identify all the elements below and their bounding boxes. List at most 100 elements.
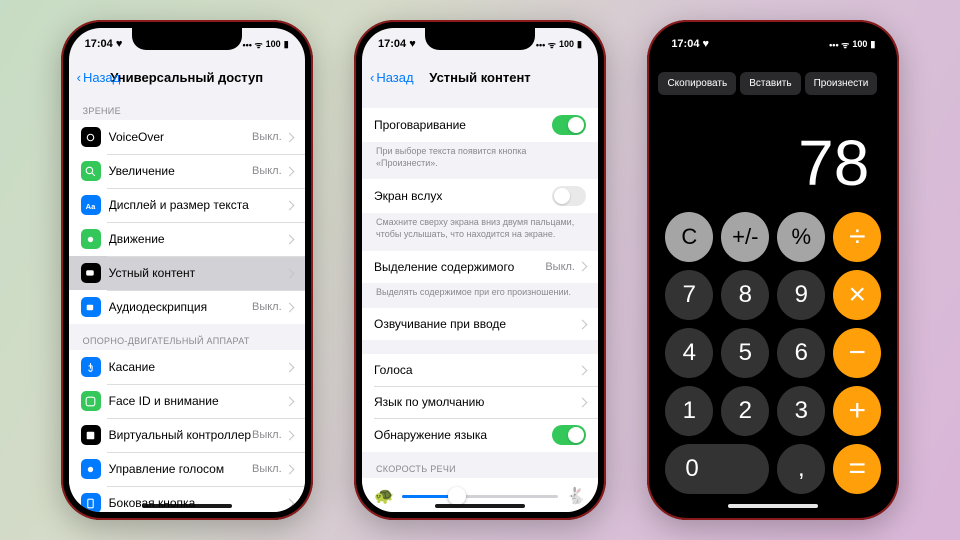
side-button-row[interactable]: Боковая кнопка xyxy=(69,486,305,512)
voiceover-icon xyxy=(81,127,101,147)
speed-label: СКОРОСТЬ РЕЧИ xyxy=(362,452,598,478)
chevron-right-icon xyxy=(284,498,294,508)
status-indicators: ••• ᯤ 100▮ xyxy=(243,38,289,51)
chevron-right-icon xyxy=(284,268,294,278)
touch-row[interactable]: Касание xyxy=(69,350,305,384)
voiceover-row[interactable]: VoiceOverВыкл. xyxy=(69,120,305,154)
multiply-button[interactable]: × xyxy=(833,270,881,320)
faceid-icon xyxy=(81,391,101,411)
touch-icon xyxy=(81,357,101,377)
clear-button[interactable]: C xyxy=(665,212,713,262)
settings-list[interactable]: ЗРЕНИЕ VoiceOverВыкл. УвеличениеВыкл. Aa… xyxy=(69,94,305,512)
notch xyxy=(718,28,828,50)
phone-calculator: 17:04 ♥ ••• ᯤ 100▮ Скопировать Вставить … xyxy=(647,20,899,520)
plus-minus-button[interactable]: +/- xyxy=(721,212,769,262)
digit-3-button[interactable]: 3 xyxy=(777,386,825,436)
chevron-right-icon xyxy=(284,166,294,176)
phone-spoken-content: 17:04 ♥ ••• ᯤ 100▮ ‹ Назад Устный контен… xyxy=(354,20,606,520)
speak-screen-row[interactable]: Экран вслух xyxy=(362,179,598,213)
digit-0-button[interactable]: 0 xyxy=(665,444,769,494)
home-indicator[interactable] xyxy=(142,504,232,508)
context-menu: Скопировать Вставить Произнести xyxy=(655,72,891,95)
svg-text:Aa: Aa xyxy=(86,201,96,210)
subtract-button[interactable]: − xyxy=(833,328,881,378)
chevron-right-icon xyxy=(578,262,588,272)
voice-control-icon xyxy=(81,459,101,479)
motion-icon xyxy=(81,229,101,249)
voice-control-row[interactable]: Управление голосомВыкл. xyxy=(69,452,305,486)
switch-control-row[interactable]: Виртуальный контроллерВыкл. xyxy=(69,418,305,452)
chevron-right-icon xyxy=(284,464,294,474)
notch xyxy=(425,28,535,50)
speak-screen-toggle[interactable] xyxy=(552,186,586,206)
speak-screen-footer: Смахните сверху экрана вниз двумя пальца… xyxy=(362,213,598,250)
digit-7-button[interactable]: 7 xyxy=(665,270,713,320)
typing-feedback-row[interactable]: Озвучивание при вводе xyxy=(362,308,598,340)
switch-icon xyxy=(81,425,101,445)
equals-button[interactable]: = xyxy=(833,444,881,494)
home-indicator[interactable] xyxy=(435,504,525,508)
digit-6-button[interactable]: 6 xyxy=(777,328,825,378)
digit-2-button[interactable]: 2 xyxy=(721,386,769,436)
digit-9-button[interactable]: 9 xyxy=(777,270,825,320)
highlight-row[interactable]: Выделение содержимогоВыкл. xyxy=(362,251,598,283)
chevron-right-icon xyxy=(284,302,294,312)
speech-icon xyxy=(81,263,101,283)
spoken-content-row[interactable]: Устный контент xyxy=(69,256,305,290)
chevron-right-icon xyxy=(578,397,588,407)
detect-language-row[interactable]: Обнаружение языка xyxy=(362,418,598,452)
digit-4-button[interactable]: 4 xyxy=(665,328,713,378)
status-indicators: ••• ᯤ 100▮ xyxy=(829,38,875,51)
group-header-motor: ОПОРНО-ДВИГАТЕЛЬНЫЙ АППАРАТ xyxy=(69,324,305,350)
settings-list[interactable]: Проговаривание При выборе текста появитс… xyxy=(362,94,598,512)
text-size-icon: Aa xyxy=(81,195,101,215)
divide-button[interactable]: ÷ xyxy=(833,212,881,262)
group-header-vision: ЗРЕНИЕ xyxy=(69,94,305,120)
detect-language-toggle[interactable] xyxy=(552,425,586,445)
nav-bar: ‹ Назад Устный контент xyxy=(362,60,598,94)
speak-selection-toggle[interactable] xyxy=(552,115,586,135)
nav-bar: ‹ Назад Универсальный доступ xyxy=(69,60,305,94)
audio-desc-icon xyxy=(81,297,101,317)
back-button[interactable]: ‹ Назад xyxy=(370,70,414,85)
zoom-row[interactable]: УвеличениеВыкл. xyxy=(69,154,305,188)
speak-selection-footer: При выборе текста появится кнопка «Произ… xyxy=(362,142,598,179)
back-button[interactable]: ‹ Назад xyxy=(77,70,121,85)
zoom-icon xyxy=(81,161,101,181)
side-button-icon xyxy=(81,493,101,512)
digit-1-button[interactable]: 1 xyxy=(665,386,713,436)
chevron-right-icon xyxy=(284,362,294,372)
chevron-right-icon xyxy=(284,234,294,244)
voices-row[interactable]: Голоса xyxy=(362,354,598,386)
add-button[interactable]: + xyxy=(833,386,881,436)
notch xyxy=(132,28,242,50)
phone-accessibility: 17:04 ♥ ••• ᯤ 100▮ ‹ Назад Универсальный… xyxy=(61,20,313,520)
speak-button[interactable]: Произнести xyxy=(805,72,878,95)
display-text-row[interactable]: AaДисплей и размер текста xyxy=(69,188,305,222)
chevron-right-icon xyxy=(284,396,294,406)
motion-row[interactable]: Движение xyxy=(69,222,305,256)
speech-rate-slider[interactable] xyxy=(402,495,558,498)
default-language-row[interactable]: Язык по умолчанию xyxy=(362,386,598,418)
home-indicator[interactable] xyxy=(728,504,818,508)
rabbit-icon: 🐇 xyxy=(566,486,586,506)
chevron-right-icon xyxy=(284,200,294,210)
digit-8-button[interactable]: 8 xyxy=(721,270,769,320)
calculator-display[interactable]: 78 xyxy=(655,95,891,212)
decimal-button[interactable]: , xyxy=(777,444,825,494)
digit-5-button[interactable]: 5 xyxy=(721,328,769,378)
chevron-right-icon xyxy=(284,430,294,440)
chevron-right-icon xyxy=(284,132,294,142)
chevron-right-icon xyxy=(578,365,588,375)
speak-selection-row[interactable]: Проговаривание xyxy=(362,108,598,142)
turtle-icon: 🐢 xyxy=(374,486,394,506)
chevron-right-icon xyxy=(578,319,588,329)
calculator-keypad: C +/- % ÷ 7 8 9 × 4 5 6 − 1 2 3 + 0 , = xyxy=(655,212,891,512)
status-indicators: ••• ᯤ 100▮ xyxy=(536,38,582,51)
audio-desc-row[interactable]: АудиодескрипцияВыкл. xyxy=(69,290,305,324)
copy-button[interactable]: Скопировать xyxy=(658,72,736,95)
highlight-footer: Выделять содержимое при его произношении… xyxy=(362,283,598,309)
faceid-row[interactable]: Face ID и внимание xyxy=(69,384,305,418)
percent-button[interactable]: % xyxy=(777,212,825,262)
paste-button[interactable]: Вставить xyxy=(740,72,800,95)
